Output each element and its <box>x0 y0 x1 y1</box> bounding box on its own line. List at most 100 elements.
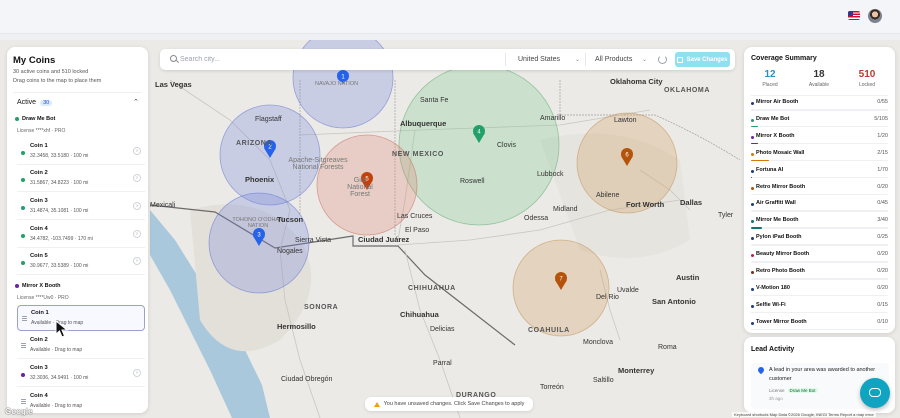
booth-row[interactable]: Pylon iPad Booth 0/25 <box>751 233 888 250</box>
group-color-dot <box>15 284 19 288</box>
map-label: Delicias <box>430 326 455 333</box>
booth-row[interactable]: Mirror Me Booth 3/40 <box>751 216 888 233</box>
active-section-header[interactable]: Active 30 <box>17 99 53 106</box>
coin-group-draw-me-bot: Draw Me Bot <box>15 116 55 122</box>
google-logo: Google <box>5 407 33 416</box>
active-count-badge: 30 <box>40 99 53 106</box>
chevron-right-icon[interactable]: › <box>133 369 141 377</box>
booth-name: Mirror Air Booth <box>756 99 799 105</box>
country-select[interactable]: United States ⌄ <box>518 53 580 66</box>
booth-name: Photo Mosaic Wall <box>756 149 805 156</box>
coverage-circle-4 <box>398 64 560 226</box>
chevron-right-icon[interactable]: › <box>133 174 141 182</box>
coin-item[interactable]: Coin 1 Available · Drag to map <box>17 305 145 331</box>
save-changes-button[interactable]: Save Changes <box>675 52 730 67</box>
coin-item[interactable]: Coin 4 Available · Drag to map <box>17 389 145 413</box>
booth-name: Draw Me Bot <box>756 115 790 122</box>
road <box>404 249 461 418</box>
booth-row[interactable]: Draw Me Bot 5/105 <box>751 115 888 132</box>
booth-row[interactable]: V-Motion 180 0/20 <box>751 284 888 301</box>
coin-item[interactable]: Coin 1 32.3458, 33.5180 · 100 mi › <box>17 139 145 165</box>
chevron-right-icon[interactable]: › <box>133 202 141 210</box>
booth-row[interactable]: Mirror X Booth 1/20 <box>751 132 888 149</box>
booth-row[interactable]: Mirror Air Booth 0/55 <box>751 98 888 115</box>
coin-detail: 34.4782, -103.7499 · 170 mi <box>30 236 93 242</box>
map-label: Albuquerque <box>400 119 447 128</box>
booth-row[interactable]: Retro Photo Booth 0/20 <box>751 267 888 284</box>
chat-icon <box>869 388 881 397</box>
chevron-up-icon[interactable]: ⌃ <box>133 98 140 106</box>
booth-row[interactable]: Beauty Mirror Booth 0/20 <box>751 250 888 267</box>
map-label: Las Cruces <box>397 213 433 220</box>
booth-color-dot <box>751 254 754 258</box>
booth-color-dot <box>751 304 754 308</box>
booth-progress-track <box>751 227 888 229</box>
drag-handle-icon[interactable] <box>21 399 26 405</box>
map-label: Amarillo <box>540 115 566 122</box>
booth-name: Beauty Mirror Booth <box>756 251 810 258</box>
booth-progress-track <box>751 176 888 179</box>
coin-item[interactable]: Coin 5 30.9677, 33.5389 · 100 mi › <box>17 249 145 275</box>
booth-row[interactable]: Fortuna AI 1/70 <box>751 166 888 183</box>
active-label: Active <box>17 99 37 106</box>
stat-locked: 510 Locked <box>847 69 887 88</box>
booth-name: Fortuna AI <box>756 166 784 173</box>
country-select-value: United States <box>518 56 561 63</box>
user-avatar-icon[interactable] <box>868 9 882 23</box>
booth-row[interactable]: Air Graffiti Wall 0/45 <box>751 199 888 216</box>
drag-handle-icon[interactable] <box>21 343 26 349</box>
booth-count: 3/40 <box>877 217 888 224</box>
map-label: NEW MEXICO <box>392 151 444 158</box>
lead-license: License <box>769 388 785 393</box>
map-attribution[interactable]: Keyboard shortcuts Map Data ©2026 Google… <box>732 412 876 417</box>
chevron-right-icon[interactable]: › <box>133 257 141 265</box>
booth-color-dot <box>751 321 754 325</box>
search-input[interactable] <box>180 52 500 67</box>
panel-subtitle: 30 active coins and 510 locked <box>13 69 89 75</box>
coin-status-dot <box>21 178 25 182</box>
booth-row[interactable]: Photo Mosaic Wall 2/15 <box>751 149 888 166</box>
booth-name: Mirror X Booth <box>756 132 795 139</box>
map-label: SONORA <box>304 304 339 311</box>
map-label: Uvalde <box>617 287 639 294</box>
booth-count: 0/55 <box>877 99 888 105</box>
coin-detail: 31.5867, 34.8223 · 100 mi <box>30 180 89 186</box>
coin-detail: 30.9677, 33.5389 · 100 mi <box>30 263 89 269</box>
booth-progress-track <box>751 328 888 331</box>
refresh-icon[interactable] <box>658 55 667 64</box>
booth-row[interactable]: Selfie Wi-Fi 0/15 <box>751 301 888 318</box>
map-label: ARIZONA <box>236 140 273 147</box>
product-select[interactable]: All Products ⌄ <box>595 53 647 66</box>
coin-status-dot <box>21 151 25 155</box>
stat-label: Locked <box>858 82 876 88</box>
map-label: NAVAJO NATION <box>315 81 359 87</box>
divider <box>505 53 506 66</box>
chevron-right-icon[interactable]: › <box>133 147 141 155</box>
coin-status-dot <box>21 261 25 265</box>
map-label: Mexicali <box>150 202 176 209</box>
map-label: Sierra Vista <box>295 237 332 244</box>
us-flag-icon[interactable] <box>848 11 860 20</box>
drag-handle-icon[interactable] <box>22 316 27 322</box>
lead-product-tag: Draw Me Bot <box>787 388 818 393</box>
coin-item[interactable]: Coin 3 31.4874, 35.1081 · 100 mi › <box>17 194 145 220</box>
save-changes-label: Save Changes <box>686 56 728 63</box>
chevron-right-icon[interactable]: › <box>133 230 141 238</box>
chat-button[interactable] <box>860 378 890 408</box>
booth-color-dot <box>751 220 754 224</box>
map-label: Parral <box>433 360 452 367</box>
coin-item[interactable]: Coin 3 32.3036, 34.9491 · 100 mi › <box>17 361 145 387</box>
map-label: Roswell <box>460 178 485 185</box>
coin-item[interactable]: Coin 4 34.4782, -103.7499 · 170 mi › <box>17 222 145 248</box>
booth-row[interactable]: Tower Mirror Booth 0/10 <box>751 318 888 333</box>
booth-row[interactable]: Retro Mirror Booth 0/20 <box>751 183 888 200</box>
product-select-value: All Products <box>595 56 633 63</box>
coin-item[interactable]: Coin 2 Available · Drag to map <box>17 333 145 359</box>
divider <box>751 95 888 96</box>
booth-color-dot <box>751 271 754 274</box>
booth-progress-track <box>751 261 888 263</box>
map-label: Austin <box>676 273 700 282</box>
coin-item[interactable]: Coin 2 31.5867, 34.8223 · 100 mi › <box>17 166 145 192</box>
stat-placed: 12 Placed <box>750 69 790 88</box>
panel-title: My Coins <box>13 55 56 66</box>
